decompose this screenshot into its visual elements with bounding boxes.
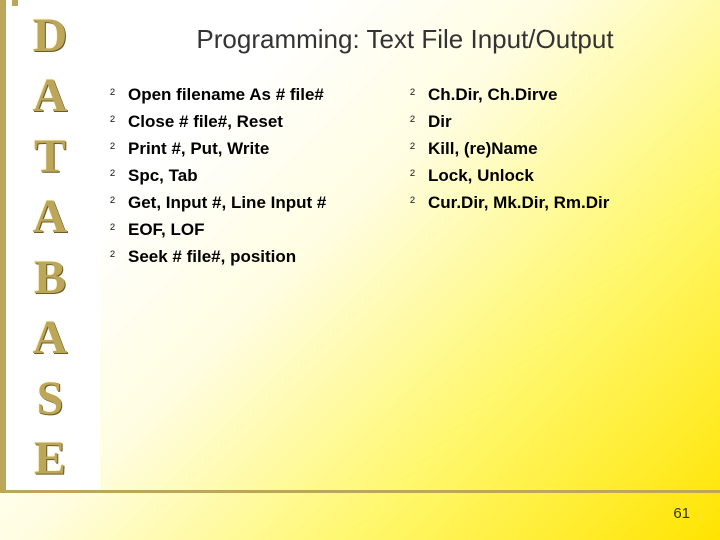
bullet-icon: ²	[410, 85, 428, 105]
sidebar-letter: T	[34, 127, 66, 187]
slide: D A T A B A S E Programming: Text File I…	[0, 0, 720, 540]
list-item: ²Cur.Dir, Mk.Dir, Rm.Dir	[410, 193, 700, 213]
sidebar-letter: A	[33, 308, 68, 368]
list-item-text: Spc, Tab	[128, 166, 198, 186]
bullet-icon: ²	[410, 166, 428, 186]
list-item: ²Lock, Unlock	[410, 166, 700, 186]
sidebar: D A T A B A S E	[0, 0, 100, 490]
list-item-text: Lock, Unlock	[428, 166, 534, 186]
left-column: ²Open filename As # file# ²Close # file#…	[110, 85, 400, 274]
list-item: ²Print #, Put, Write	[110, 139, 400, 159]
list-item-text: Get, Input #, Line Input #	[128, 193, 326, 213]
sidebar-letter: A	[33, 66, 68, 126]
list-item-text: Dir	[428, 112, 452, 132]
content: Programming: Text File Input/Output ²Ope…	[100, 0, 720, 540]
sidebar-letter: B	[34, 248, 66, 308]
bullet-icon: ²	[410, 112, 428, 132]
bullet-icon: ²	[110, 193, 128, 213]
sidebar-letters: D A T A B A S E	[12, 6, 88, 490]
list-item: ²Open filename As # file#	[110, 85, 400, 105]
columns: ²Open filename As # file# ²Close # file#…	[110, 85, 700, 274]
list-item: ²Seek # file#, position	[110, 247, 400, 267]
bullet-icon: ²	[110, 247, 128, 267]
page-title: Programming: Text File Input/Output	[110, 24, 700, 55]
list-item: ²Dir	[410, 112, 700, 132]
list-item: ²Close # file#, Reset	[110, 112, 400, 132]
list-item-text: Ch.Dir, Ch.Dirve	[428, 85, 557, 105]
list-item-text: Open filename As # file#	[128, 85, 324, 105]
bullet-icon: ²	[110, 220, 128, 240]
list-item-text: Kill, (re)Name	[428, 139, 538, 159]
bullet-icon: ²	[110, 112, 128, 132]
sidebar-letter: D	[33, 6, 68, 66]
bullet-icon: ²	[110, 166, 128, 186]
list-item-text: Print #, Put, Write	[128, 139, 269, 159]
sidebar-letter: S	[37, 369, 64, 429]
list-item-text: Cur.Dir, Mk.Dir, Rm.Dir	[428, 193, 609, 213]
sidebar-letter: E	[34, 429, 66, 489]
list-item-text: Close # file#, Reset	[128, 112, 283, 132]
list-item-text: EOF, LOF	[128, 220, 205, 240]
bullet-icon: ²	[110, 139, 128, 159]
list-item: ²Ch.Dir, Ch.Dirve	[410, 85, 700, 105]
list-item: ²EOF, LOF	[110, 220, 400, 240]
bullet-icon: ²	[410, 193, 428, 213]
list-item-text: Seek # file#, position	[128, 247, 296, 267]
list-item: ²Kill, (re)Name	[410, 139, 700, 159]
bullet-icon: ²	[410, 139, 428, 159]
right-column: ²Ch.Dir, Ch.Dirve ²Dir ²Kill, (re)Name ²…	[410, 85, 700, 274]
page-number: 61	[673, 505, 690, 522]
list-item: ²Spc, Tab	[110, 166, 400, 186]
sidebar-letter: A	[33, 187, 68, 247]
bullet-icon: ²	[110, 85, 128, 105]
list-item: ²Get, Input #, Line Input #	[110, 193, 400, 213]
